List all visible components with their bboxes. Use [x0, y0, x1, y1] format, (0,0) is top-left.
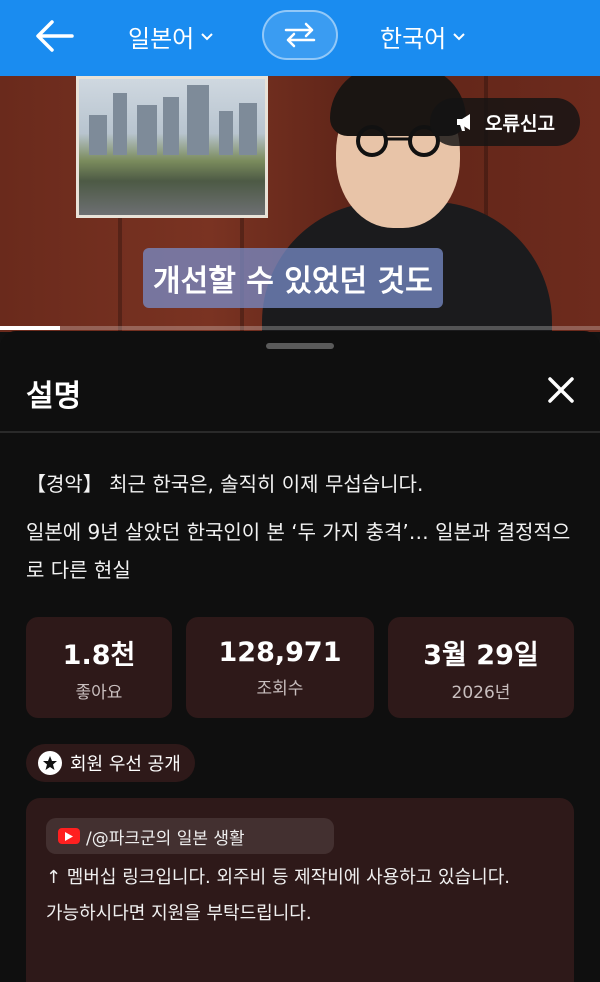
stats-row: 1.8천 좋아요 128,971 조회수 3월 29일 2026년 — [26, 617, 574, 718]
description-subtitle: 일본에 9년 살았던 한국인이 본 ‘두 가지 충격’… 일본과 결정적으로 다… — [26, 520, 571, 582]
video-progress-fill — [0, 326, 60, 330]
date-stat: 3월 29일 2026년 — [388, 617, 574, 718]
swap-languages-button[interactable] — [262, 10, 338, 60]
target-language-select[interactable]: 한국어 — [380, 16, 466, 56]
star-icon — [38, 751, 62, 775]
megaphone-icon — [457, 114, 471, 131]
translation-toolbar: 일본어 한국어 — [0, 0, 600, 76]
drag-handle[interactable] — [266, 343, 334, 349]
views-value: 128,971 — [218, 636, 342, 668]
wall-picture — [76, 76, 268, 218]
target-language-label: 한국어 — [380, 24, 447, 53]
views-stat: 128,971 조회수 — [186, 617, 374, 718]
source-language-label: 일본어 — [128, 24, 195, 53]
channel-handle: /@파크군의 일본 생활 — [86, 828, 245, 849]
video-progress-bar[interactable] — [0, 326, 600, 330]
close-icon[interactable] — [544, 373, 578, 407]
members-first-badge[interactable]: 회원 우선 공개 — [26, 744, 195, 782]
date-year: 2026년 — [451, 682, 511, 703]
description-sheet: 설명 【경악】 최근 한국은, 솔직히 이제 무섭습니다. 일본에 9년 살았던… — [0, 331, 600, 982]
chevron-down-icon — [201, 33, 213, 41]
description-body-card: /@파크군의 일본 생활 ↑ 멤버십 링크입니다. 외주비 등 제작비에 사용하… — [26, 798, 574, 982]
video-player[interactable]: 오류신고 개선할 수 있었던 것도 — [0, 76, 600, 332]
post-line-1: ↑ 멤버십 링크입니다. 외주비 등 제작비에 사용하고 있습니다. — [46, 867, 511, 888]
youtube-icon — [58, 828, 80, 844]
likes-label: 좋아요 — [75, 682, 123, 703]
post-line-2: 가능하시다면 지원을 부탁드립니다. — [46, 903, 312, 924]
likes-value: 1.8천 — [62, 639, 136, 671]
swap-icon — [284, 22, 316, 48]
likes-stat: 1.8천 좋아요 — [26, 617, 172, 718]
sheet-title: 설명 — [26, 379, 82, 414]
report-error-button[interactable]: 오류신고 — [430, 98, 580, 146]
translated-subtitle: 개선할 수 있었던 것도 — [143, 248, 443, 308]
date-value: 3월 29일 — [423, 639, 539, 671]
divider — [0, 431, 600, 433]
source-language-select[interactable]: 일본어 — [128, 16, 214, 56]
back-arrow-icon[interactable] — [34, 18, 76, 54]
channel-link[interactable]: /@파크군의 일본 생활 — [46, 818, 334, 854]
report-error-label: 오류신고 — [485, 112, 555, 135]
post-body: ↑ 멤버십 링크입니다. 외주비 등 제작비에 사용하고 있습니다. 가능하시다… — [46, 860, 546, 932]
views-label: 조회수 — [256, 678, 304, 699]
description-title: 【경악】 최근 한국은, 솔직히 이제 무섭습니다. — [26, 472, 424, 496]
video-description: 【경악】 최근 한국은, 솔직히 이제 무섭습니다. 일본에 9년 살았던 한국… — [26, 465, 586, 589]
members-first-label: 회원 우선 공개 — [70, 754, 181, 775]
chevron-down-icon — [453, 33, 465, 41]
